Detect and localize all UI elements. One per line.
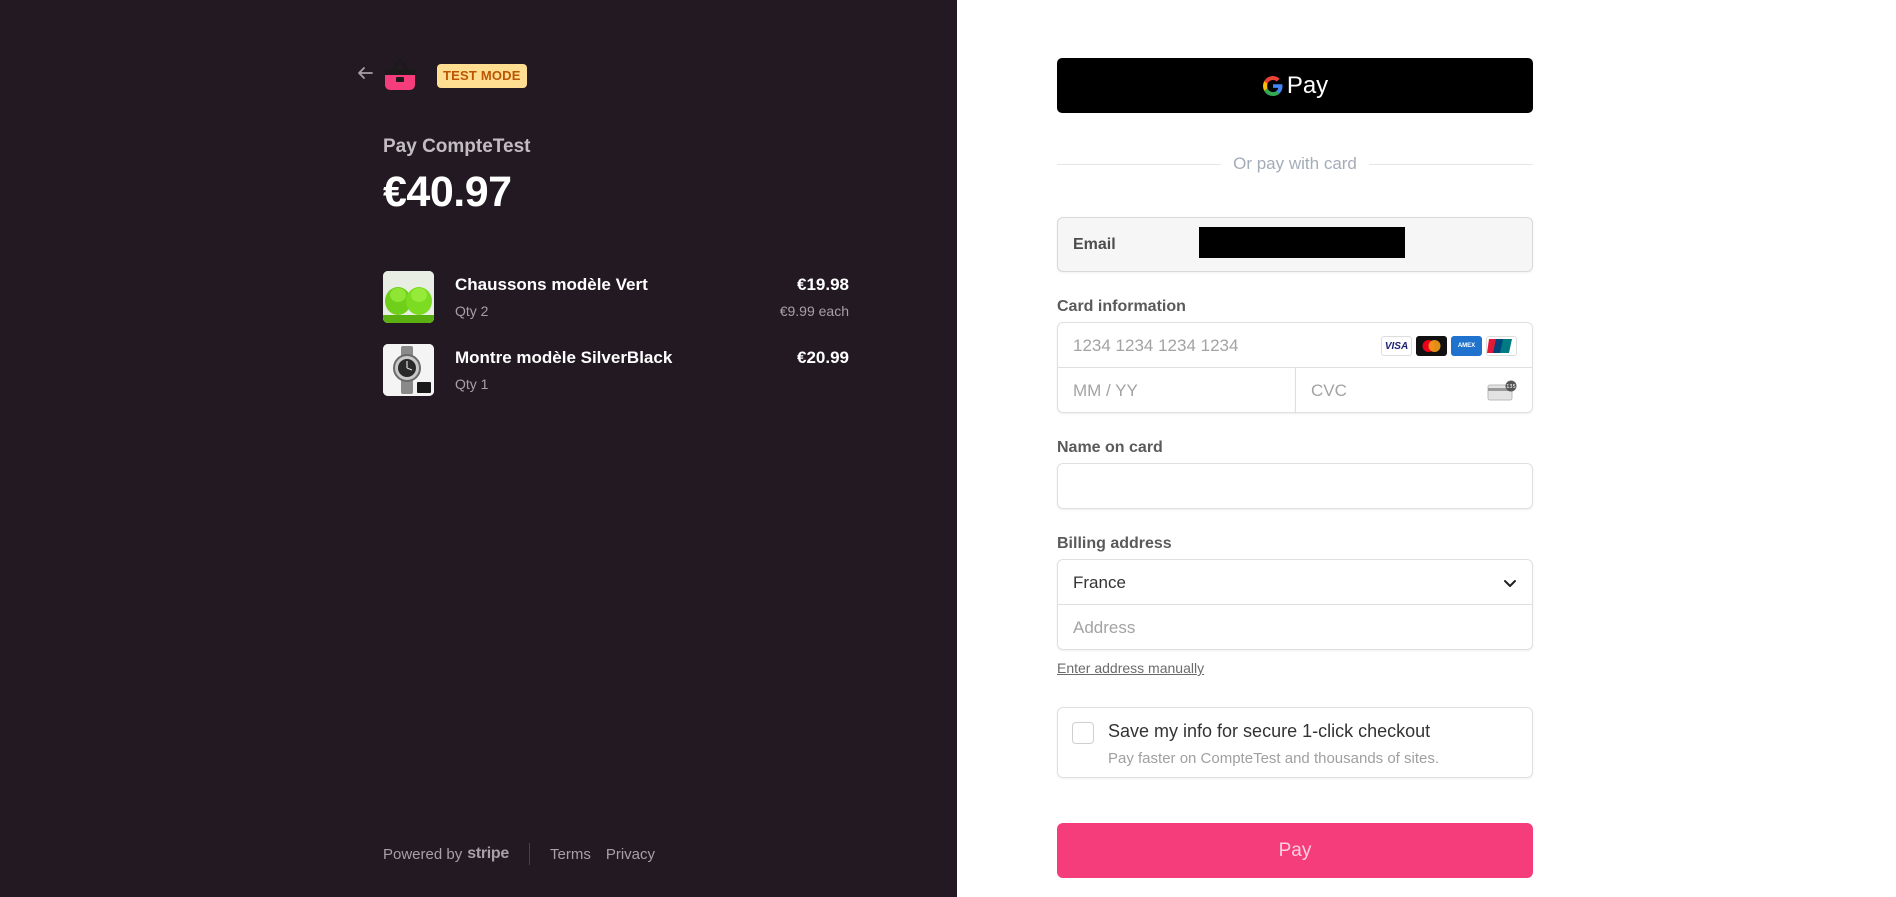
stripe-logo[interactable]: stripe	[467, 845, 509, 863]
card-expiry-input[interactable]: MM / YY	[1057, 367, 1296, 413]
card-number-input[interactable]: 1234 1234 1234 1234 VISA AMEX	[1057, 322, 1533, 368]
footer-divider	[529, 843, 530, 865]
divider-text: Or pay with card	[1233, 154, 1357, 173]
save-info-box: Save my info for secure 1-click checkout…	[1057, 707, 1533, 778]
cvc-card-icon: 135	[1487, 380, 1517, 402]
footer: Powered by stripe Terms Privacy	[383, 843, 670, 865]
visa-icon: VISA	[1381, 336, 1412, 356]
terms-link[interactable]: Terms	[550, 846, 591, 863]
item-name: Chaussons modèle Vert	[455, 275, 648, 294]
address-placeholder: Address	[1073, 618, 1136, 637]
name-on-card-input[interactable]	[1057, 463, 1533, 509]
divider-line	[1368, 163, 1534, 165]
email-field[interactable]: Email	[1057, 217, 1533, 272]
google-g-icon	[1262, 75, 1283, 96]
line-item: Chaussons modèle Vert Qty 2 €19.98 €9.99…	[383, 271, 849, 323]
item-name: Montre modèle SilverBlack	[455, 348, 673, 367]
name-on-card-label: Name on card	[1057, 439, 1163, 456]
svg-text:135: 135	[1506, 384, 1516, 390]
divider-line	[1057, 163, 1222, 165]
google-pay-label: Pay	[1286, 71, 1329, 99]
powered-by-label: Powered by	[383, 845, 463, 863]
line-item: Montre modèle SilverBlack Qty 1 €20.99	[383, 344, 849, 396]
item-unit-price: €9.99 each	[779, 303, 849, 319]
amex-icon: AMEX	[1451, 336, 1482, 356]
card-cvc-input[interactable]: CVC 135	[1295, 367, 1533, 413]
item-qty: Qty 2	[455, 303, 489, 319]
address-input[interactable]: Address	[1057, 604, 1533, 650]
product-image	[383, 271, 434, 323]
item-qty: Qty 1	[455, 376, 489, 392]
enter-address-manually-link[interactable]: Enter address manually	[1057, 660, 1204, 676]
email-label: Email	[1073, 236, 1116, 253]
pay-button[interactable]: Pay	[1057, 823, 1533, 878]
country-select[interactable]: France	[1057, 559, 1533, 605]
store-logo-icon	[383, 56, 417, 92]
test-mode-badge: TEST MODE	[437, 64, 527, 88]
save-info-subtitle: Pay faster on CompteTest and thousands o…	[1108, 750, 1440, 767]
unionpay-icon	[1486, 336, 1517, 356]
order-total: €40.97	[383, 168, 512, 216]
card-brands: VISA AMEX	[1381, 336, 1517, 356]
card-information-label: Card information	[1057, 298, 1186, 315]
order-summary-panel: TEST MODE Pay CompteTest €40.97 Chausson…	[0, 0, 957, 897]
billing-address-label: Billing address	[1057, 535, 1172, 552]
back-arrow-icon[interactable]	[356, 64, 374, 82]
expiry-placeholder: MM / YY	[1073, 381, 1138, 400]
country-value: France	[1073, 573, 1126, 592]
google-pay-button[interactable]: Pay	[1057, 58, 1533, 113]
card-number-placeholder: 1234 1234 1234 1234	[1073, 336, 1239, 355]
or-pay-divider: Or pay with card	[1057, 153, 1534, 175]
cvc-placeholder: CVC	[1311, 381, 1347, 400]
merchant-title: Pay CompteTest	[383, 136, 531, 157]
save-info-checkbox[interactable]	[1072, 722, 1094, 744]
save-info-title: Save my info for secure 1-click checkout	[1108, 721, 1431, 741]
chevron-down-icon	[1502, 575, 1518, 591]
privacy-link[interactable]: Privacy	[606, 846, 655, 863]
item-price: €20.99	[797, 348, 849, 367]
pay-button-label: Pay	[1278, 839, 1312, 861]
mastercard-icon	[1416, 336, 1447, 356]
item-price: €19.98	[797, 275, 849, 294]
email-value-redacted	[1199, 227, 1405, 258]
product-image	[383, 344, 434, 396]
